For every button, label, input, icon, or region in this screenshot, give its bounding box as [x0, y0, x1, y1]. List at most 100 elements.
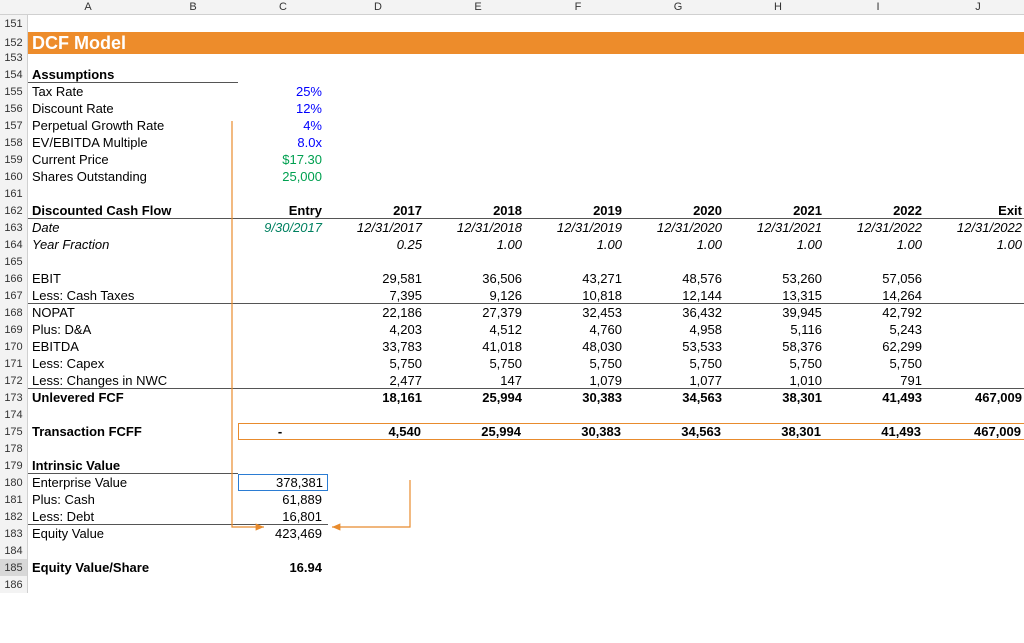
dcf-col-2021[interactable]: 2021 [728, 202, 828, 219]
dcf-col-2017[interactable]: 2017 [328, 202, 428, 219]
row-header[interactable]: 155 [0, 83, 28, 100]
price-label[interactable]: Current Price [28, 151, 238, 168]
yf-2020[interactable]: 1.00 [628, 236, 728, 253]
nopat-2020[interactable]: 36,432 [628, 304, 728, 321]
transaction-fcff-range[interactable]: - 4,540 25,994 30,383 34,563 38,301 41,4… [238, 423, 1024, 440]
dcf-col-exit[interactable]: Exit [928, 202, 1024, 219]
date-2022[interactable]: 12/31/2022 [828, 219, 928, 236]
tfcff-exit[interactable]: 467,009 [927, 424, 1024, 439]
col-header-G[interactable]: G [628, 0, 728, 15]
cell[interactable] [928, 270, 1024, 287]
cell[interactable] [28, 49, 1024, 66]
tfcff-2020[interactable]: 34,563 [627, 424, 727, 439]
row-header[interactable]: 169 [0, 321, 28, 338]
col-header-C[interactable]: C [238, 0, 328, 15]
dcf-col-2018[interactable]: 2018 [428, 202, 528, 219]
cell[interactable] [238, 321, 328, 338]
cell[interactable] [328, 559, 1024, 576]
cell[interactable] [928, 304, 1024, 321]
cell[interactable] [328, 525, 1024, 542]
cell[interactable] [328, 168, 1024, 185]
select-all-corner[interactable] [0, 0, 28, 15]
row-header[interactable]: 180 [0, 474, 28, 491]
ufcf-2017[interactable]: 18,161 [328, 389, 428, 406]
cell[interactable] [238, 355, 328, 372]
yf-2021[interactable]: 1.00 [728, 236, 828, 253]
row-header[interactable]: 168 [0, 304, 28, 321]
capex-label[interactable]: Less: Capex [28, 355, 238, 372]
date-exit[interactable]: 12/31/2022 [928, 219, 1024, 236]
cell[interactable] [238, 457, 1024, 474]
tfcff-2021[interactable]: 38,301 [727, 424, 827, 439]
cell[interactable] [238, 304, 328, 321]
row-header[interactable]: 166 [0, 270, 28, 287]
nwc-2020[interactable]: 1,077 [628, 372, 728, 389]
nwc-label[interactable]: Less: Changes in NWC [28, 372, 238, 389]
ebitda-label[interactable]: EBITDA [28, 338, 238, 355]
row-header[interactable]: 170 [0, 338, 28, 355]
nwc-2019[interactable]: 1,079 [528, 372, 628, 389]
date-2019[interactable]: 12/31/2019 [528, 219, 628, 236]
iv-header[interactable]: Intrinsic Value [28, 457, 238, 474]
eq-value[interactable]: 423,469 [238, 525, 328, 542]
cell[interactable] [328, 117, 1024, 134]
shares-value[interactable]: 25,000 [238, 168, 328, 185]
ufcf-2020[interactable]: 34,563 [628, 389, 728, 406]
growth-rate-value[interactable]: 4% [238, 117, 328, 134]
ebit-2017[interactable]: 29,581 [328, 270, 428, 287]
cash-label[interactable]: Plus: Cash [28, 491, 238, 508]
col-header-E[interactable]: E [428, 0, 528, 15]
ev-mult-label[interactable]: EV/EBITDA Multiple [28, 134, 238, 151]
nwc-2018[interactable]: 147 [428, 372, 528, 389]
evs-label[interactable]: Equity Value/Share [28, 559, 238, 576]
ev-label[interactable]: Enterprise Value [28, 474, 238, 491]
row-header[interactable]: 167 [0, 287, 28, 304]
ebitda-2021[interactable]: 58,376 [728, 338, 828, 355]
tfcff-2022[interactable]: 41,493 [827, 424, 927, 439]
row-header[interactable]: 185 [0, 559, 28, 576]
dcf-col-2022[interactable]: 2022 [828, 202, 928, 219]
taxes-2021[interactable]: 13,315 [728, 287, 828, 304]
debt-label[interactable]: Less: Debt [28, 508, 238, 525]
cell[interactable] [238, 338, 328, 355]
cell[interactable] [928, 355, 1024, 372]
col-header-A[interactable]: A [28, 0, 148, 15]
capex-2017[interactable]: 5,750 [328, 355, 428, 372]
row-header[interactable]: 164 [0, 236, 28, 253]
da-2020[interactable]: 4,958 [628, 321, 728, 338]
ebitda-2022[interactable]: 62,299 [828, 338, 928, 355]
cell[interactable] [328, 83, 1024, 100]
cell[interactable] [238, 270, 328, 287]
col-header-H[interactable]: H [728, 0, 828, 15]
cell[interactable] [328, 474, 1024, 491]
capex-2019[interactable]: 5,750 [528, 355, 628, 372]
assumptions-header[interactable]: Assumptions [28, 66, 238, 83]
ebitda-2017[interactable]: 33,783 [328, 338, 428, 355]
yf-2017[interactable]: 0.25 [328, 236, 428, 253]
dcf-col-2020[interactable]: 2020 [628, 202, 728, 219]
dcf-col-entry[interactable]: Entry [238, 202, 328, 219]
da-2022[interactable]: 5,243 [828, 321, 928, 338]
row-header[interactable]: 158 [0, 134, 28, 151]
ebit-2021[interactable]: 53,260 [728, 270, 828, 287]
tfcff-2019[interactable]: 30,383 [527, 424, 627, 439]
date-2021[interactable]: 12/31/2021 [728, 219, 828, 236]
row-header[interactable]: 156 [0, 100, 28, 117]
ebit-2020[interactable]: 48,576 [628, 270, 728, 287]
row-header[interactable]: 154 [0, 66, 28, 83]
row-header[interactable]: 173 [0, 389, 28, 406]
row-header[interactable]: 171 [0, 355, 28, 372]
ufcf-2018[interactable]: 25,994 [428, 389, 528, 406]
row-header[interactable]: 162 [0, 202, 28, 219]
ufcf-label[interactable]: Unlevered FCF [28, 389, 238, 406]
cell[interactable] [28, 253, 1024, 270]
cell[interactable] [328, 100, 1024, 117]
row-header[interactable]: 151 [0, 15, 28, 32]
taxes-2022[interactable]: 14,264 [828, 287, 928, 304]
ebit-2019[interactable]: 43,271 [528, 270, 628, 287]
cell[interactable] [238, 372, 328, 389]
capex-2021[interactable]: 5,750 [728, 355, 828, 372]
cash-value[interactable]: 61,889 [238, 491, 328, 508]
nopat-2022[interactable]: 42,792 [828, 304, 928, 321]
row-header[interactable]: 184 [0, 542, 28, 559]
